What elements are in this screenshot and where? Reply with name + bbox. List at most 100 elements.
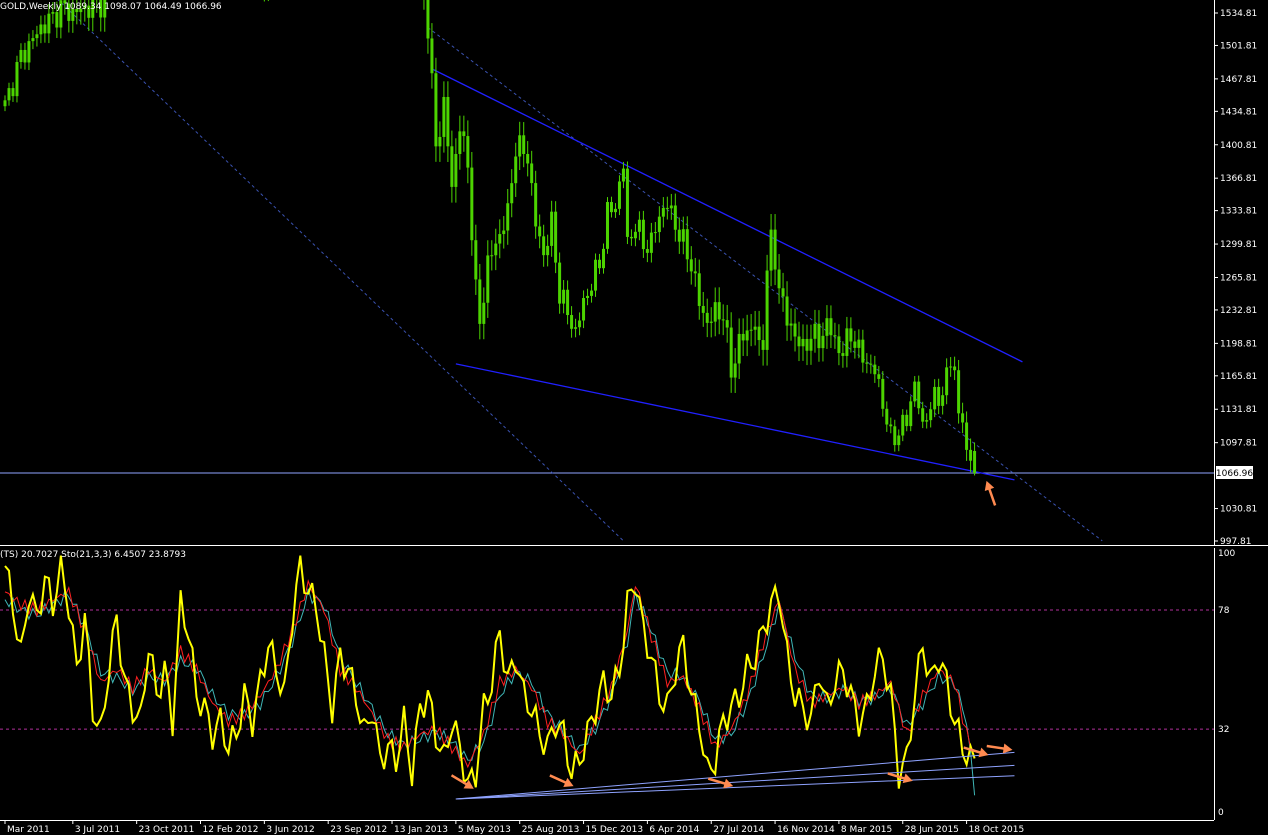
price-tick-label: 1434.81: [1220, 107, 1257, 117]
candle-body: [689, 259, 693, 272]
candle-body: [781, 288, 785, 297]
candle-body: [3, 100, 7, 107]
candle-body: [621, 168, 625, 182]
candle-body: [562, 289, 566, 304]
candle-body: [845, 328, 849, 356]
candle-body: [490, 255, 494, 257]
candle-body: [737, 333, 741, 364]
price-tick-label: 1299.81: [1220, 240, 1257, 250]
candle-body: [542, 236, 546, 256]
candle-body: [430, 38, 434, 74]
candle-body: [534, 183, 538, 227]
candle-body: [909, 401, 913, 427]
candle-body: [969, 449, 973, 461]
candle-body: [725, 320, 729, 328]
candle-body: [486, 255, 490, 303]
candle-body: [454, 154, 458, 187]
candle-body: [777, 269, 781, 289]
candle-body: [442, 96, 446, 137]
chart-window: 1534.81 1501.81 1467.81 1434.81 1400.81 1366.…: [0, 0, 1268, 835]
candle-body: [7, 88, 11, 101]
candle-body: [613, 208, 617, 213]
candle-body: [498, 234, 502, 244]
candle-body: [729, 327, 733, 378]
candle-body: [633, 231, 637, 239]
candle-body: [733, 363, 737, 378]
date-tick-label: Mar 2011: [7, 825, 50, 835]
candle-body: [514, 156, 518, 184]
candle-body: [873, 364, 877, 375]
candle-body: [23, 49, 27, 63]
date-tick-label: 12 Feb 2012: [203, 825, 259, 835]
date-tick-label: 15 Dec 2013: [586, 825, 644, 835]
candle-body: [869, 363, 873, 365]
chart-header: GOLD,Weekly 1089.34 1098.07 1064.49 1066…: [0, 2, 222, 12]
candle-body: [837, 336, 841, 354]
candle-body: [450, 146, 454, 187]
candle-body: [877, 374, 881, 379]
candle-body: [761, 340, 765, 350]
candle-body: [665, 207, 669, 209]
candle-body: [821, 335, 825, 349]
candle-body: [518, 135, 522, 157]
candle-body: [502, 230, 506, 235]
date-tick-label: 18 Oct 2015: [969, 825, 1025, 835]
candle-body: [598, 259, 602, 269]
candle-body: [438, 136, 442, 147]
date-tick-label: 3 Jul 2011: [75, 825, 120, 835]
candle-body: [530, 163, 534, 184]
candle-body: [55, 12, 59, 28]
candle-body: [697, 273, 701, 306]
candle-body: [526, 153, 530, 164]
candle-body: [785, 296, 789, 326]
candle-body: [677, 229, 681, 242]
candle-body: [901, 414, 905, 436]
candle-body: [462, 131, 466, 137]
candle-body: [522, 135, 526, 154]
candle-body: [809, 338, 813, 351]
date-tick-label: 28 Jun 2015: [905, 825, 959, 835]
candle-body: [669, 205, 673, 209]
price-tick-label: 1366.81: [1220, 174, 1257, 184]
date-tick-label: 6 Apr 2014: [649, 825, 699, 835]
oscillator-tick-label: 32: [1218, 725, 1229, 735]
candle-body: [713, 302, 717, 322]
candle-body: [478, 279, 482, 324]
candle-body: [945, 367, 949, 396]
candle-body: [594, 259, 598, 291]
candle-body: [717, 302, 721, 320]
candle-body: [11, 88, 15, 97]
price-tick-label: 1501.81: [1220, 41, 1257, 51]
price-tick-label: 1400.81: [1220, 141, 1257, 151]
candle-body: [35, 34, 39, 39]
candle-body: [27, 41, 31, 63]
oscillator-tick-label: 100: [1218, 549, 1235, 559]
price-tick-label: 1467.81: [1220, 75, 1257, 85]
candle-body: [829, 318, 833, 336]
candle-body: [857, 339, 861, 348]
candle-body: [538, 226, 542, 237]
date-tick-label: 5 May 2013: [458, 825, 511, 835]
candle-body: [434, 73, 438, 147]
candle-body: [769, 229, 773, 271]
candle-body: [602, 248, 605, 269]
candle-body: [853, 341, 857, 348]
candle-body: [510, 183, 514, 204]
candle-body: [745, 330, 749, 341]
candle-body: [693, 271, 697, 274]
candle-body: [51, 12, 55, 14]
price-tick-label: 1232.81: [1220, 306, 1257, 316]
candle-body: [965, 422, 969, 450]
candle-body: [554, 211, 558, 263]
candle-body: [933, 386, 937, 410]
date-tick-label: 16 Nov 2014: [777, 825, 835, 835]
candle-body: [849, 328, 853, 342]
candle-body: [793, 323, 797, 337]
candle-body: [446, 96, 450, 147]
candle-body: [957, 370, 961, 414]
candle-body: [753, 326, 757, 330]
candle-body: [649, 232, 653, 253]
candle-body: [937, 386, 941, 406]
candle-body: [905, 414, 909, 427]
candle-body: [949, 366, 953, 368]
